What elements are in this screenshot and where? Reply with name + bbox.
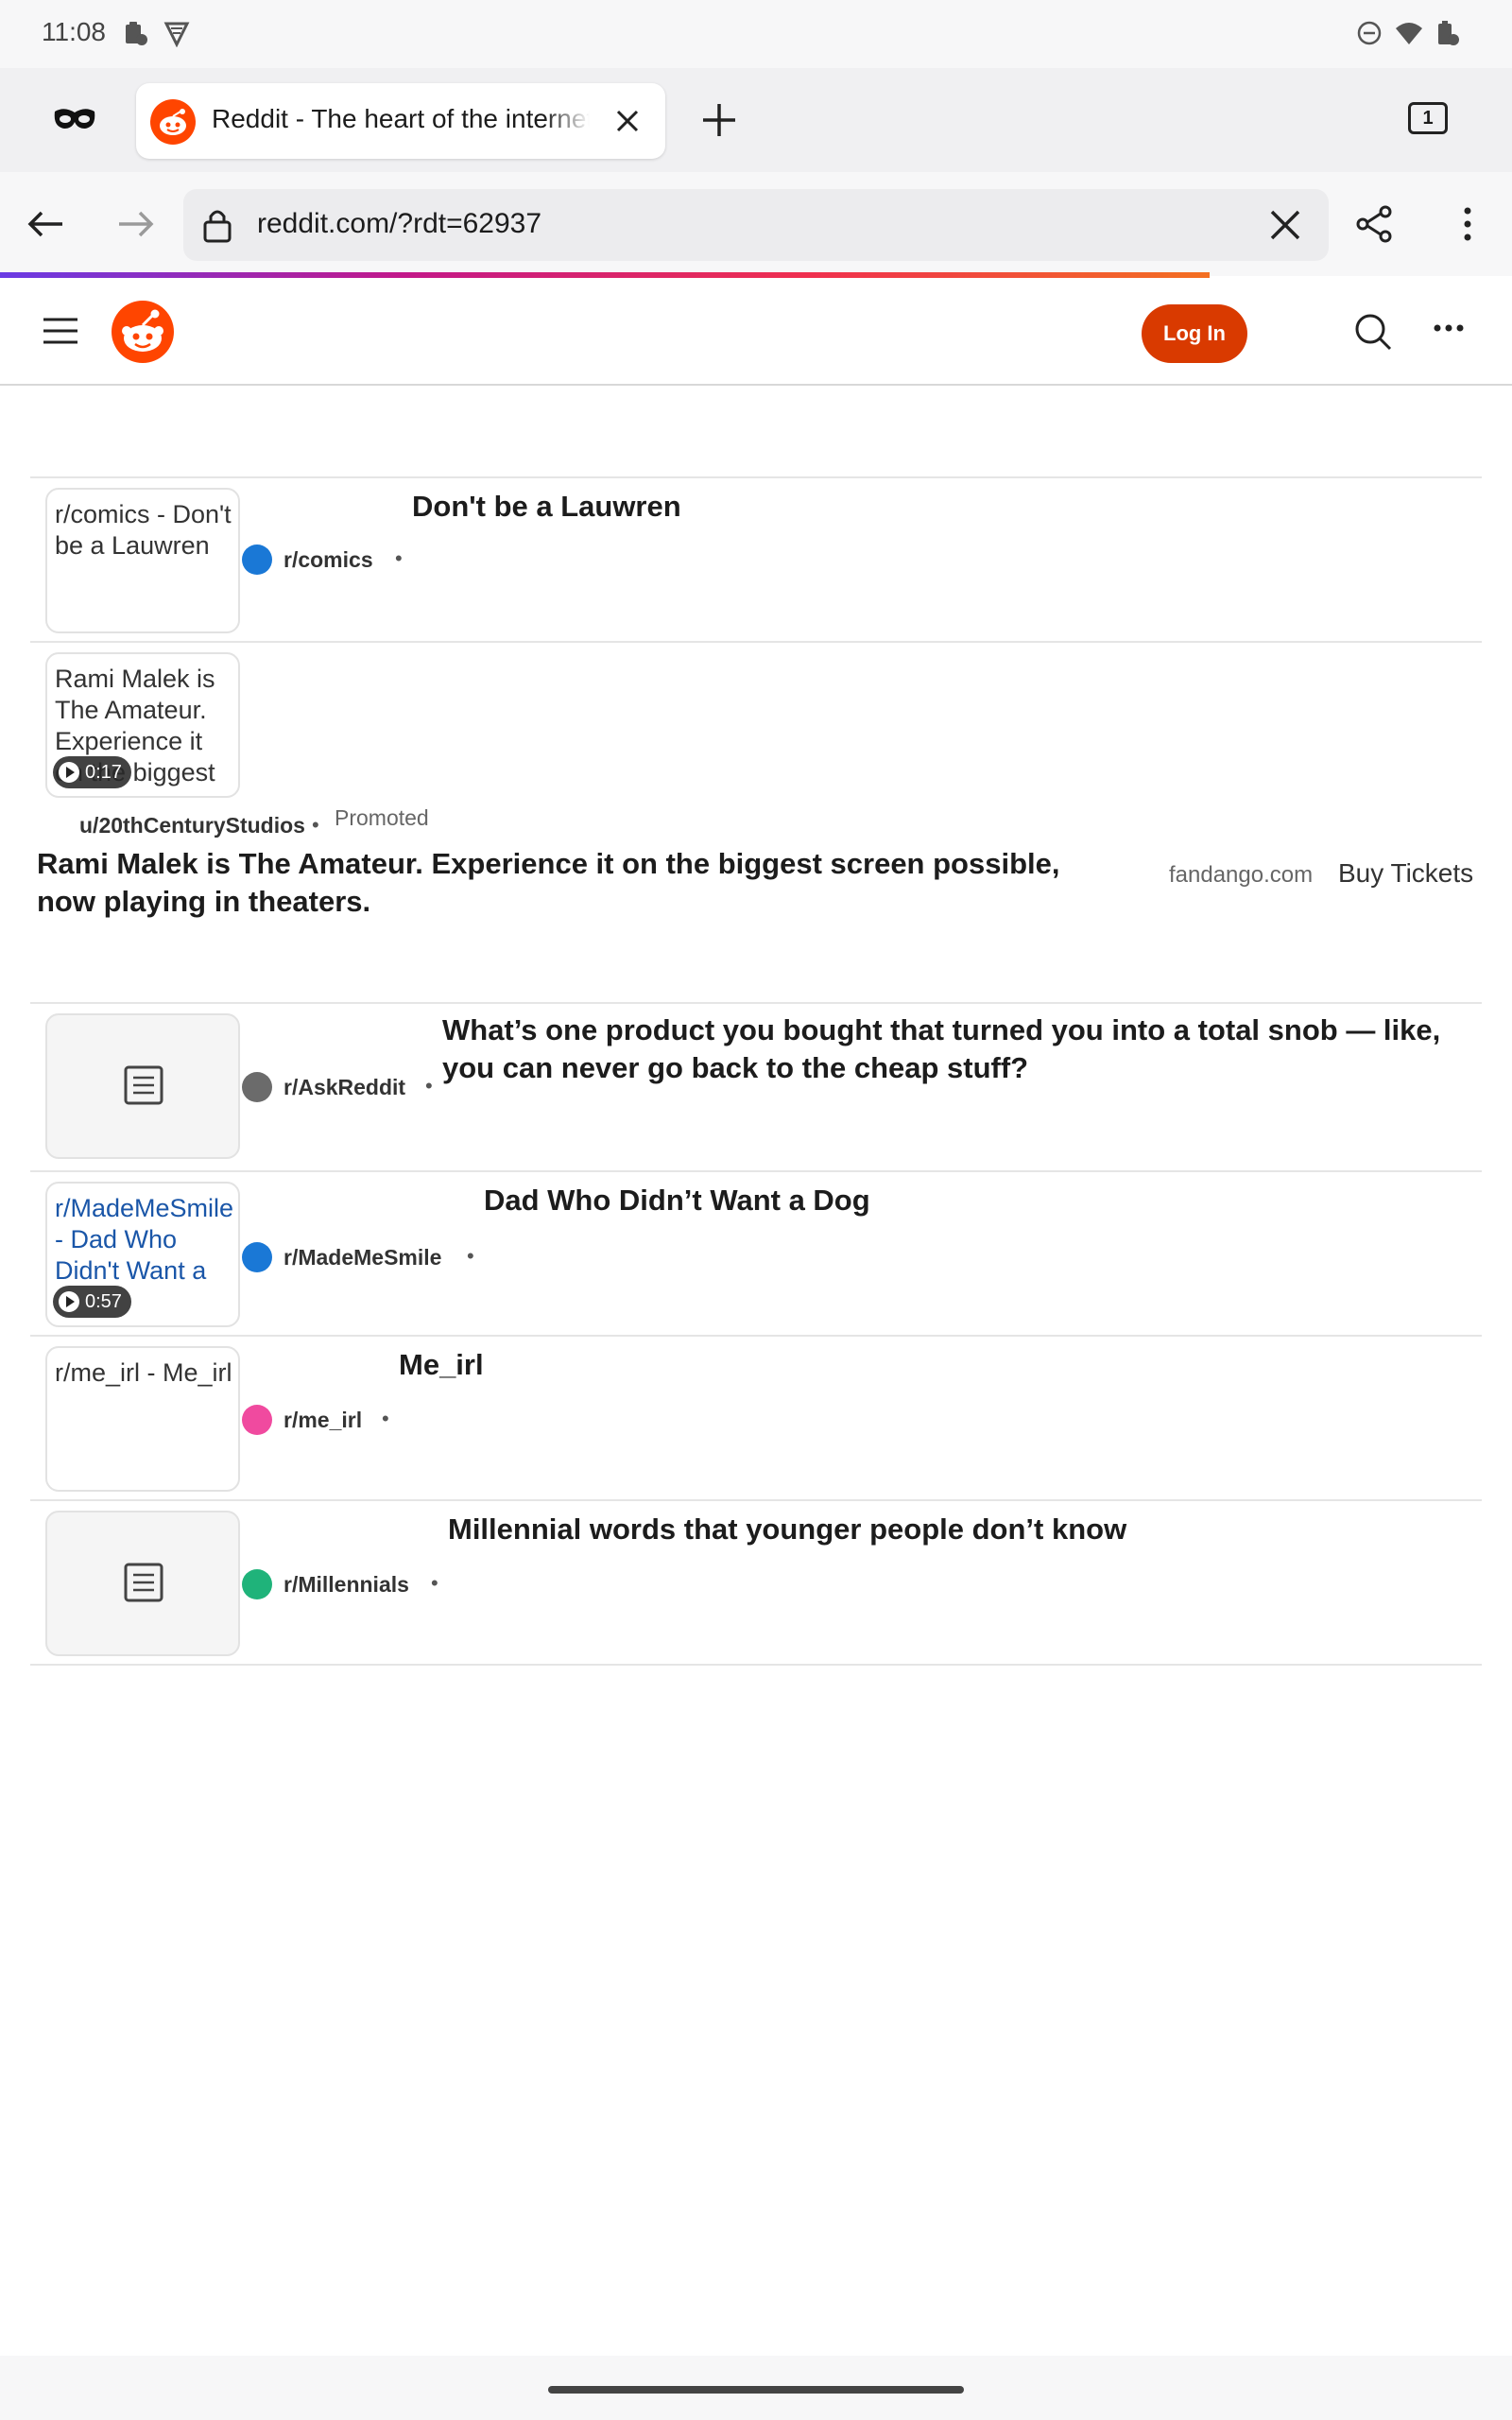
subreddit-name[interactable]: r/Millennials [284, 1572, 409, 1598]
meta-separator: • [382, 1407, 389, 1430]
post-card[interactable]: r/comics - Don't be a Lauwren r/comics •… [30, 476, 1482, 641]
reddit-icon [150, 99, 196, 145]
post-title[interactable]: Millennial words that younger people don… [448, 1511, 1126, 1548]
status-time: 11:08 [42, 17, 106, 46]
subreddit-name[interactable]: r/me_irl [284, 1408, 362, 1433]
post-title[interactable]: Don't be a Lauwren [412, 488, 681, 526]
clipboard-icon [126, 22, 147, 45]
tab-reddit[interactable]: Reddit - The heart of the internet [136, 83, 665, 159]
gesture-navigation-bar [0, 2356, 1512, 2420]
shield-vpn-icon [163, 22, 190, 47]
battery-icon [1438, 21, 1459, 45]
subreddit-avatar [242, 1072, 272, 1102]
share-icon[interactable] [1353, 202, 1397, 246]
tab-strip: Reddit - The heart of the internet 1 [0, 68, 1512, 172]
tab-count-button[interactable]: 1 [1408, 102, 1448, 134]
thumbnail-alt-text: r/MadeMeSmile - Dad Who Didn't Want a [55, 1194, 234, 1285]
meta-separator: • [467, 1244, 474, 1268]
post-thumbnail[interactable] [45, 1511, 240, 1656]
thumbnail-alt-text: r/comics - Don't be a Lauwren [55, 500, 232, 560]
reddit-logo-icon[interactable] [110, 299, 176, 365]
subreddit-avatar [242, 1569, 272, 1599]
post-title[interactable]: Me_irl [399, 1346, 484, 1384]
text-post-icon [124, 1065, 163, 1105]
hamburger-menu-icon[interactable] [42, 316, 79, 346]
play-icon [59, 762, 79, 783]
play-icon [59, 1291, 79, 1312]
video-duration: 0:57 [85, 1291, 122, 1312]
log-in-button[interactable]: Log In [1142, 304, 1247, 363]
video-duration-badge: 0:57 [53, 1286, 131, 1318]
incognito-mask-icon[interactable] [53, 104, 96, 132]
home-gesture-handle[interactable] [548, 2386, 964, 2394]
post-title[interactable]: Rami Malek is The Amateur. Experience it… [37, 845, 1124, 921]
subreddit-name[interactable]: r/AskReddit [284, 1075, 405, 1100]
promoted-post-card[interactable]: Rami Malek is The Amateur. Experience it… [30, 641, 1482, 1006]
new-tab-plus-icon[interactable] [697, 98, 741, 142]
text-post-icon [124, 1563, 163, 1602]
post-card[interactable]: r/MadeMeSmile - Dad Who Didn't Want a 0:… [30, 1170, 1482, 1335]
post-thumbnail[interactable]: r/me_irl - Me_irl [45, 1346, 240, 1492]
meta-separator: • [425, 1074, 433, 1098]
back-arrow-icon[interactable] [25, 202, 68, 246]
post-card[interactable]: r/me_irl - Me_irl r/me_irl • Me_irl [30, 1335, 1482, 1499]
post-thumbnail[interactable]: Rami Malek is The Amateur. Experience it… [45, 652, 240, 798]
subreddit-name[interactable]: r/MadeMeSmile [284, 1245, 441, 1270]
buy-tickets-button[interactable]: Buy Tickets [1338, 858, 1473, 889]
post-title[interactable]: Dad Who Didn’t Want a Dog [484, 1182, 870, 1219]
lock-icon[interactable] [202, 206, 232, 244]
subreddit-link[interactable]: r/MadeMeSmile [242, 1242, 441, 1272]
do-not-disturb-icon [1357, 21, 1382, 45]
subreddit-avatar [242, 1242, 272, 1272]
promoted-label: Promoted [335, 805, 429, 830]
ad-domain[interactable]: fandango.com [1169, 862, 1313, 889]
reddit-header: Log In [0, 278, 1512, 386]
close-tab-icon[interactable] [610, 104, 644, 138]
thumbnail-alt-text: r/me_irl - Me_irl [55, 1358, 232, 1387]
video-duration-badge: 0:17 [53, 756, 131, 788]
advertiser-username[interactable]: u/20thCenturyStudios [79, 813, 305, 838]
meta-separator: • [312, 813, 319, 837]
wifi-icon [1396, 23, 1422, 44]
address-bar[interactable]: reddit.com/?rdt=62937 [183, 189, 1329, 261]
forward-arrow-icon[interactable] [113, 202, 157, 246]
post-thumbnail[interactable]: r/comics - Don't be a Lauwren [45, 488, 240, 633]
subreddit-name[interactable]: r/comics [284, 547, 373, 573]
subreddit-link[interactable]: r/Millennials [242, 1569, 409, 1599]
post-thumbnail[interactable] [45, 1013, 240, 1159]
clear-url-icon[interactable] [1266, 206, 1304, 244]
video-duration: 0:17 [85, 762, 122, 783]
subreddit-link[interactable]: r/me_irl [242, 1405, 362, 1435]
tab-title: Reddit - The heart of the internet [212, 104, 590, 133]
subreddit-link[interactable]: r/AskReddit [242, 1072, 405, 1102]
subreddit-link[interactable]: r/comics [242, 544, 373, 575]
subreddit-avatar [242, 1405, 272, 1435]
post-title[interactable]: What’s one product you bought that turne… [442, 1011, 1482, 1087]
navigation-bar: reddit.com/?rdt=62937 [0, 172, 1512, 276]
more-options-icon[interactable] [1433, 323, 1465, 333]
url-text[interactable]: reddit.com/?rdt=62937 [257, 208, 541, 240]
meta-separator: • [395, 546, 403, 570]
search-icon[interactable] [1353, 312, 1393, 352]
subreddit-avatar [242, 544, 272, 575]
post-thumbnail[interactable]: r/MadeMeSmile - Dad Who Didn't Want a 0:… [45, 1182, 240, 1327]
post-card[interactable]: r/AskReddit • What’s one product you bou… [30, 1002, 1482, 1168]
post-card[interactable]: r/Millennials • Millennial words that yo… [30, 1499, 1482, 1666]
meta-separator: • [431, 1571, 438, 1595]
status-bar: 11:08 [0, 0, 1512, 68]
overflow-menu-icon[interactable] [1446, 202, 1489, 246]
